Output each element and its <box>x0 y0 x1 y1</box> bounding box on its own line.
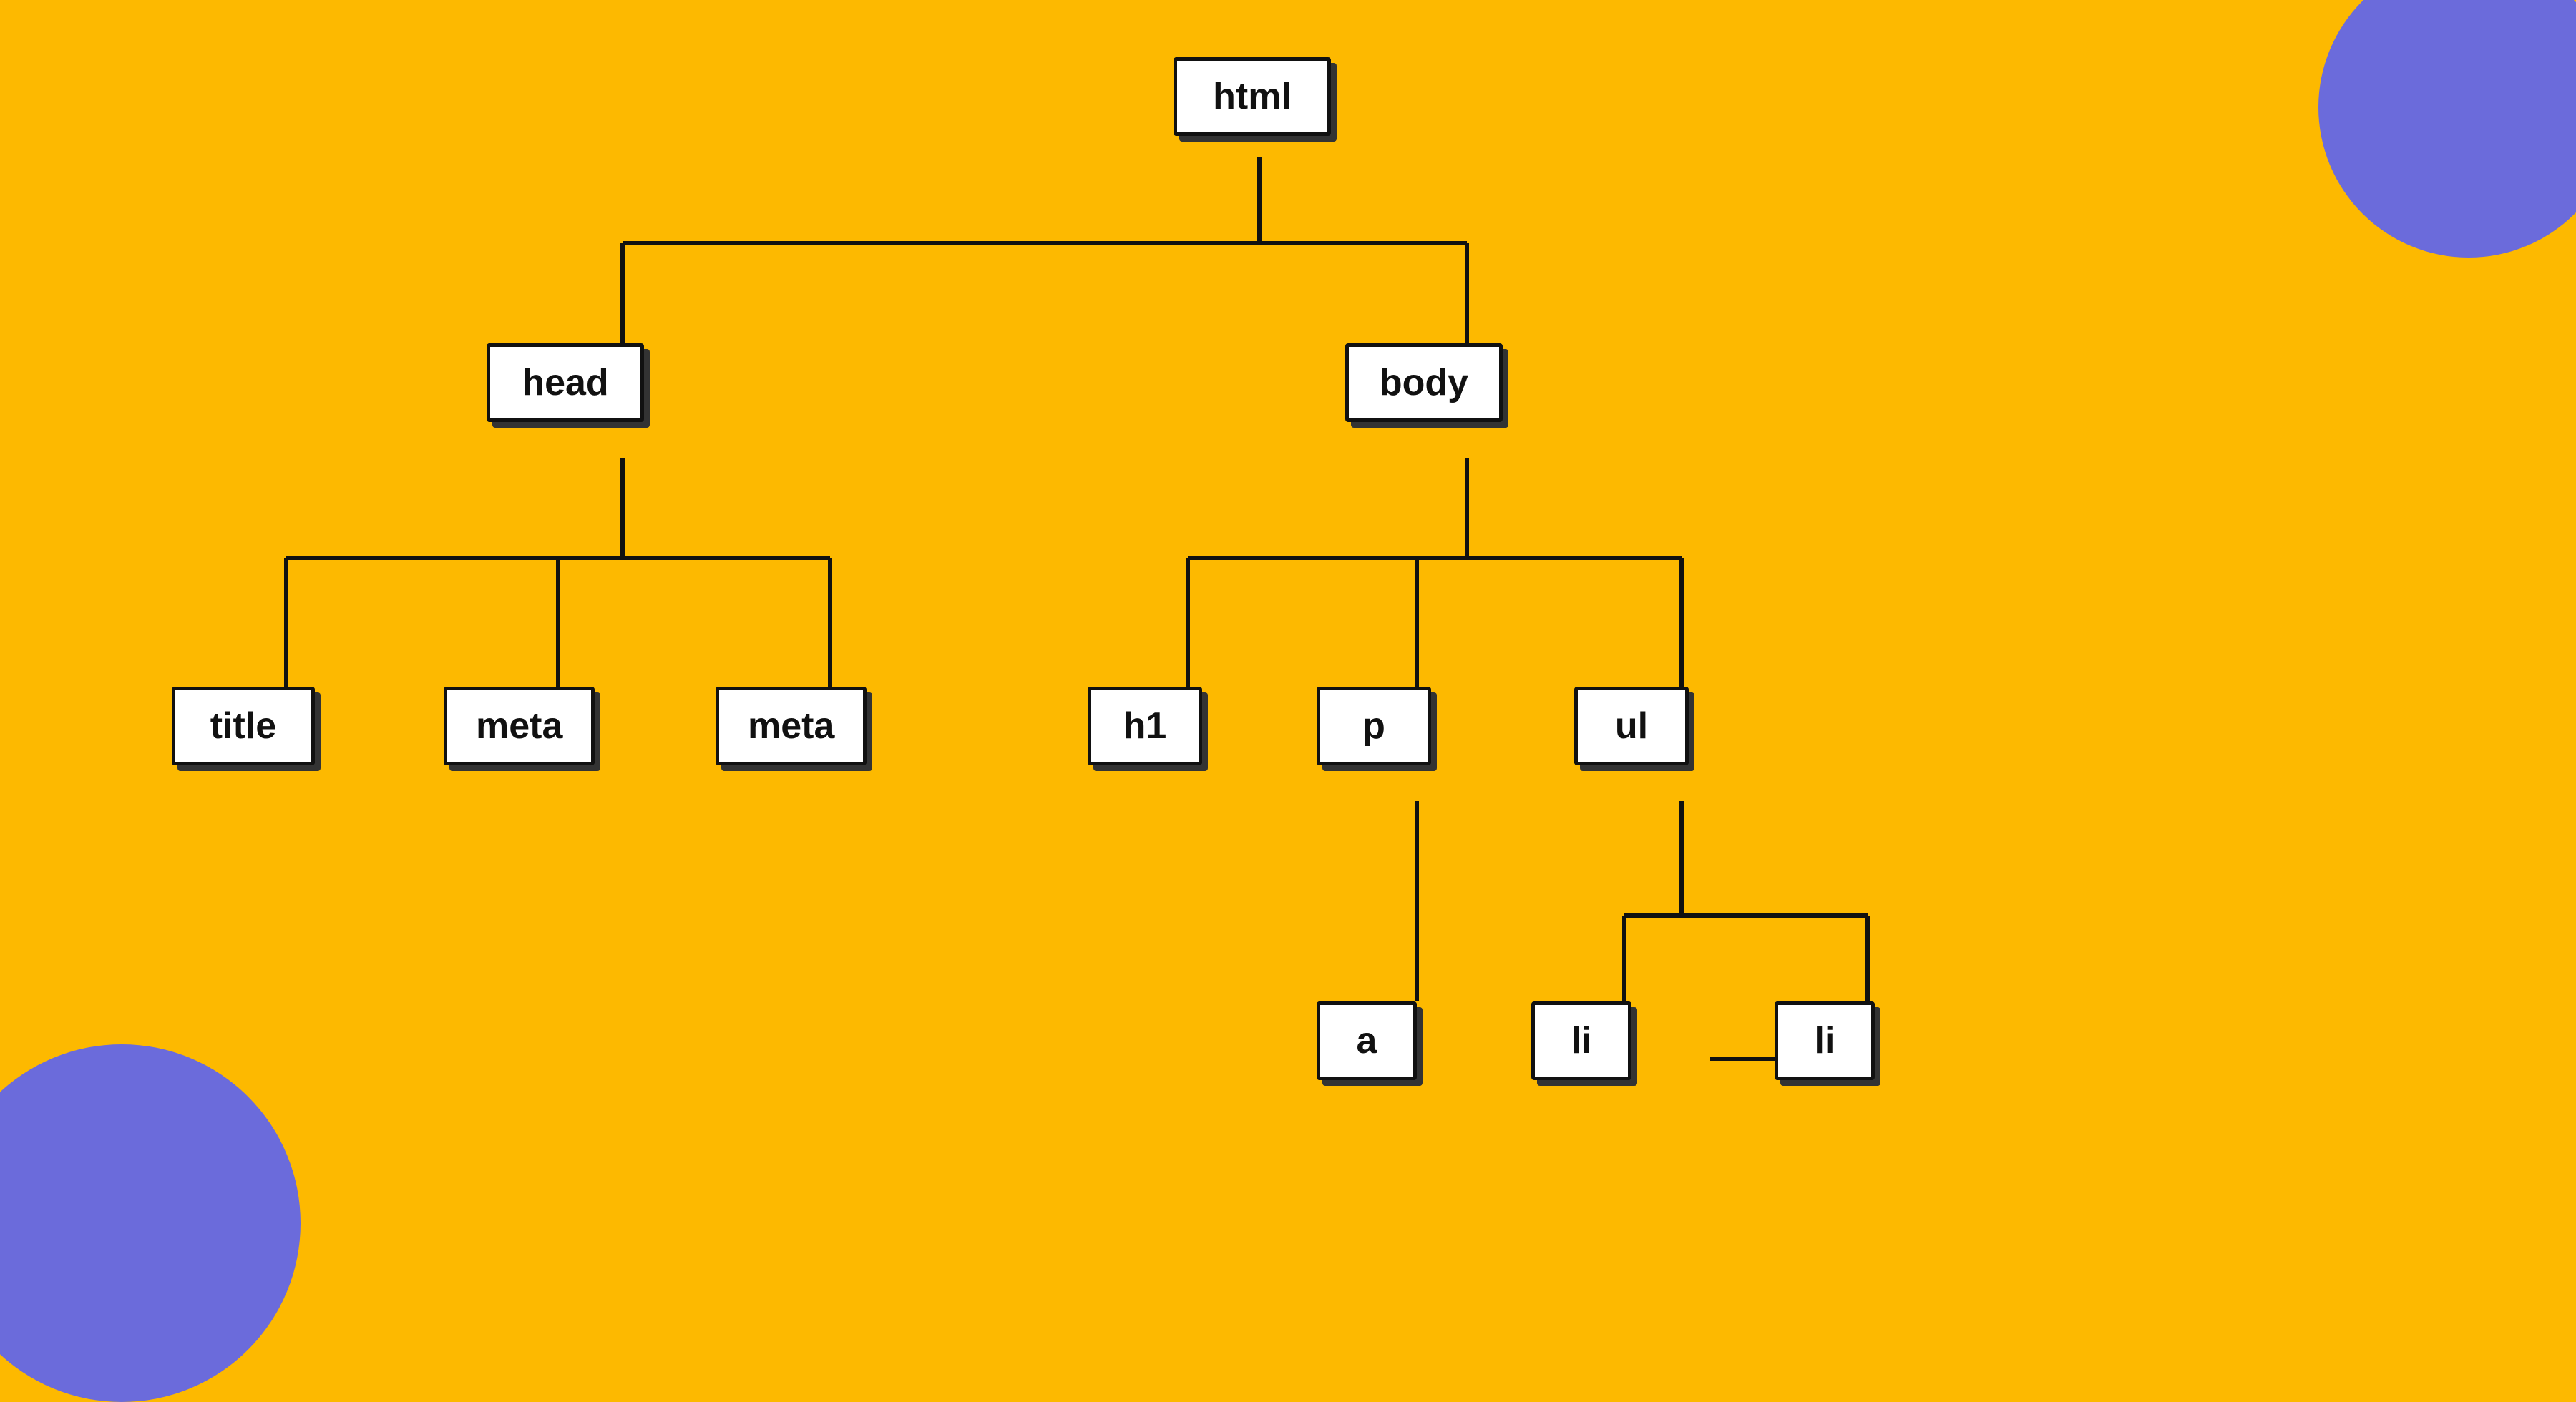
node-li1-label: li <box>1571 1019 1592 1062</box>
node-html-label: html <box>1213 75 1292 118</box>
node-a: a <box>1317 1001 1417 1080</box>
node-body-label: body <box>1380 361 1468 404</box>
node-meta1-label: meta <box>476 705 562 747</box>
node-body: body <box>1345 343 1503 422</box>
node-head-label: head <box>522 361 608 404</box>
node-ul-label: ul <box>1615 705 1648 747</box>
node-li2-label: li <box>1815 1019 1835 1062</box>
node-p-label: p <box>1362 705 1385 747</box>
node-p: p <box>1317 687 1431 765</box>
node-ul: ul <box>1574 687 1689 765</box>
node-h1: h1 <box>1088 687 1202 765</box>
node-meta1: meta <box>444 687 595 765</box>
node-title: title <box>172 687 315 765</box>
node-meta2-label: meta <box>748 705 834 747</box>
node-li2: li <box>1775 1001 1875 1080</box>
node-head: head <box>487 343 644 422</box>
node-title-label: title <box>210 705 276 747</box>
node-h1-label: h1 <box>1123 705 1167 747</box>
node-meta2: meta <box>716 687 867 765</box>
node-html: html <box>1174 57 1331 136</box>
tree-connector-lines <box>0 0 2576 1345</box>
node-a-label: a <box>1357 1019 1377 1062</box>
node-li1: li <box>1531 1001 1631 1080</box>
